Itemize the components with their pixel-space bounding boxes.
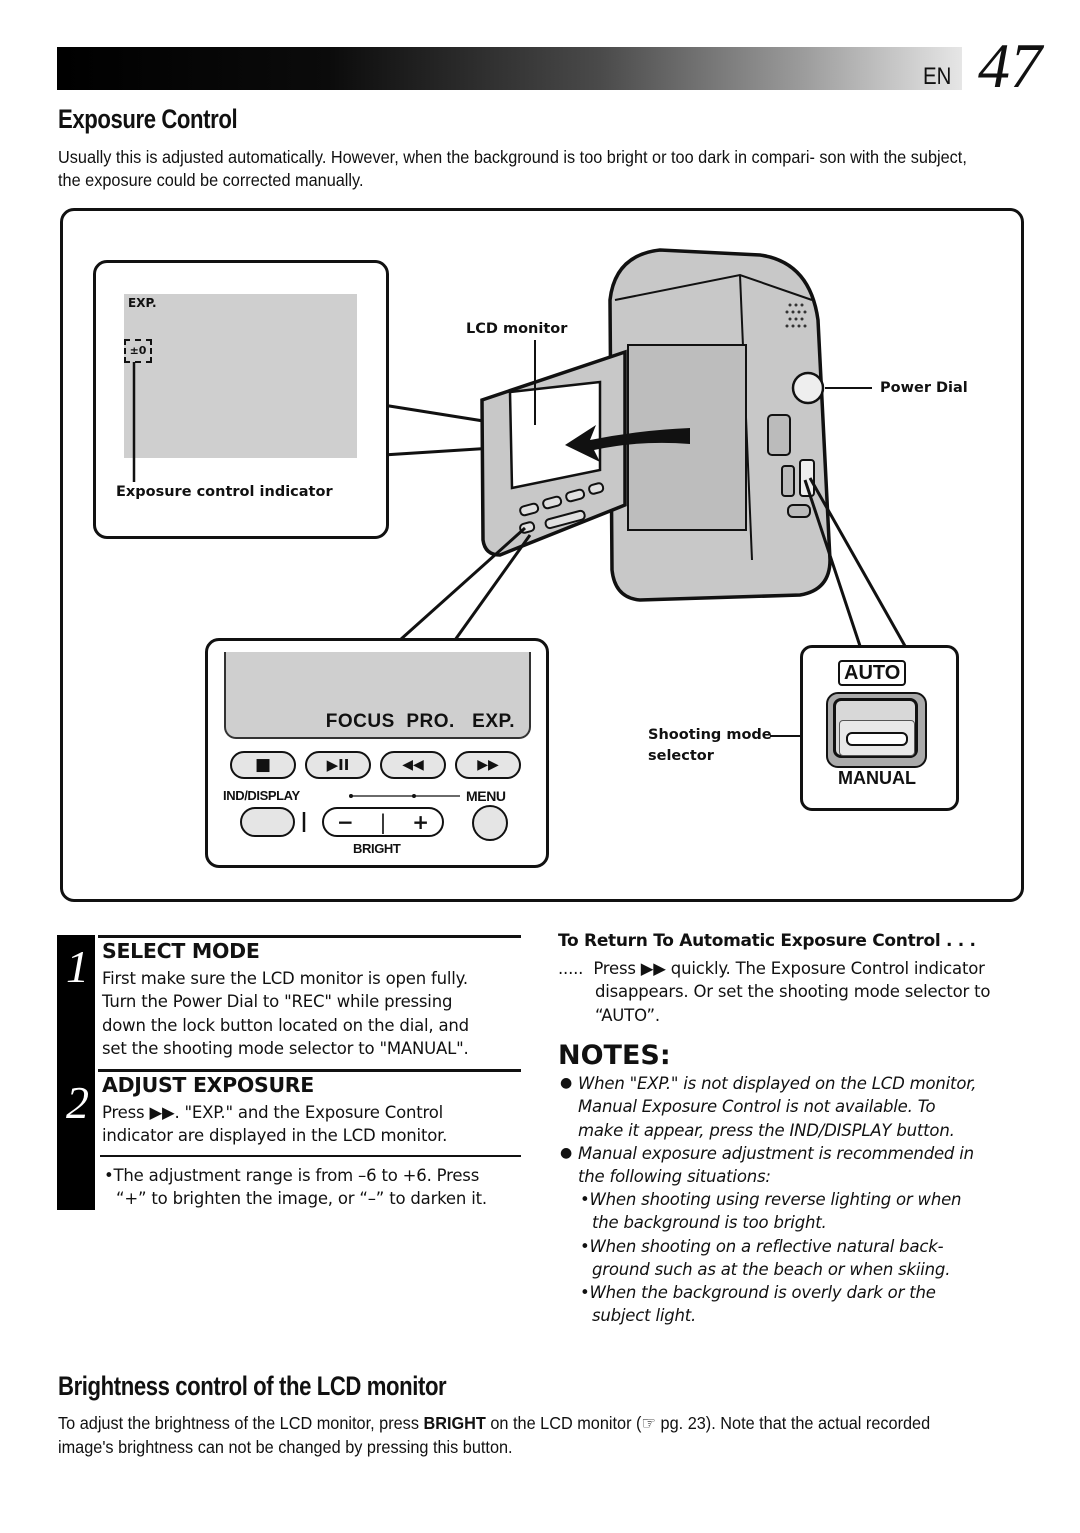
return-auto-line: “AUTO”. — [595, 1005, 660, 1025]
shooting-mode-selector[interactable] — [846, 732, 908, 746]
note-bullet-icon: ● — [560, 1075, 573, 1091]
note-item: When "EXP." is not displayed on the LCD … — [578, 1072, 977, 1142]
auto-label: AUTO — [838, 660, 907, 686]
manual-label: MANUAL — [838, 768, 916, 788]
step-1-line: First make sure the LCD monitor is open … — [102, 969, 468, 988]
step-1-line: set the shooting mode selector to "MANUA… — [102, 1038, 469, 1058]
notes-title: NOTES: — [558, 1040, 671, 1071]
note-sub-item: •When shooting on a reflective natural b… — [580, 1235, 950, 1282]
ind-display-button[interactable] — [240, 807, 295, 837]
brightness-text: To adjust the brightness of the LCD moni… — [58, 1413, 424, 1433]
note-bullet-icon: ● — [560, 1145, 573, 1161]
note-item: Manual exposure adjustment is recommende… — [578, 1142, 974, 1189]
note-line: Manual exposure adjustment is recommende… — [578, 1144, 974, 1163]
return-auto-title: To Return To Automatic Exposure Control … — [558, 931, 976, 951]
note-line: the following situations: — [578, 1167, 771, 1187]
note-sub-line: the background is too bright. — [592, 1213, 827, 1233]
bright-keyword: BRIGHT — [423, 1413, 486, 1433]
shooting-mode-selector-label-1: Shooting mode — [648, 727, 772, 743]
return-auto-line: ..... Press ▶▶ quickly. The Exposure Con… — [558, 959, 985, 978]
bright-label: BRIGHT — [353, 841, 401, 856]
step-2-rule — [98, 1069, 521, 1072]
step-2-line: Press ▶▶. "EXP." and the Exposure Contro… — [102, 1103, 443, 1122]
step-note-line: “+” to brighten the image, or “–” to dar… — [116, 1189, 487, 1209]
note-sub-line: ground such as at the beach or when skii… — [592, 1260, 951, 1280]
section-title-brightness-control: Brightness control of the LCD monitor — [58, 1371, 447, 1401]
bright-plus-icon: + — [412, 810, 430, 834]
shooting-mode-selector-label-2: selector — [648, 748, 714, 764]
step-1-line: down the lock button located on the dial… — [102, 1015, 469, 1035]
bright-minus-icon: − — [336, 810, 354, 834]
note-sub-item: •When shooting using reverse lighting or… — [580, 1188, 962, 1235]
bullet: • — [104, 1166, 114, 1185]
step-1-line: Turn the Power Dial to "REC" while press… — [102, 992, 453, 1012]
panel-dot-line — [302, 794, 460, 832]
note-sub-line: When shooting on a reflective natural ba… — [589, 1237, 944, 1256]
menu-button[interactable] — [472, 805, 508, 841]
power-dial-label: Power Dial — [880, 380, 968, 396]
return-auto-line: disappears. Or set the shooting mode sel… — [595, 982, 991, 1002]
note-line: make it appear, press the IND/DISPLAY bu… — [578, 1120, 955, 1140]
step-1-rule — [98, 935, 521, 938]
step-2-title: ADJUST EXPOSURE — [102, 1073, 315, 1097]
step-2-number: 2 — [66, 1077, 89, 1128]
note-sub-item: •When the background is overly dark or t… — [580, 1281, 936, 1328]
step-2-line: indicator are displayed in the LCD monit… — [102, 1126, 448, 1146]
step-2-text: Press ▶▶. "EXP." and the Exposure Contro… — [102, 1101, 447, 1148]
return-auto-text: ..... Press ▶▶ quickly. The Exposure Con… — [558, 957, 990, 1027]
step-note-line: The adjustment range is from –6 to +6. P… — [113, 1166, 480, 1185]
bright-button[interactable]: − | + — [322, 807, 444, 837]
bright-divider: | — [379, 810, 387, 834]
note-sub-line: When shooting using reverse lighting or … — [589, 1190, 962, 1209]
step-1-title: SELECT MODE — [102, 939, 260, 963]
power-dial-icon — [791, 371, 825, 405]
step-1-number: 1 — [66, 941, 89, 992]
note-line: When "EXP." is not displayed on the LCD … — [578, 1074, 977, 1093]
note-sub-line: When the background is overly dark or th… — [589, 1283, 936, 1302]
note-line: Manual Exposure Control is not available… — [578, 1097, 936, 1117]
step-1-text: First make sure the LCD monitor is open … — [102, 967, 469, 1060]
brightness-paragraph: To adjust the brightness of the LCD moni… — [58, 1412, 988, 1459]
note-sub-line: subject light. — [592, 1306, 697, 1326]
step-note-rule — [100, 1155, 521, 1157]
step-note: •The adjustment range is from –6 to +6. … — [104, 1164, 487, 1211]
